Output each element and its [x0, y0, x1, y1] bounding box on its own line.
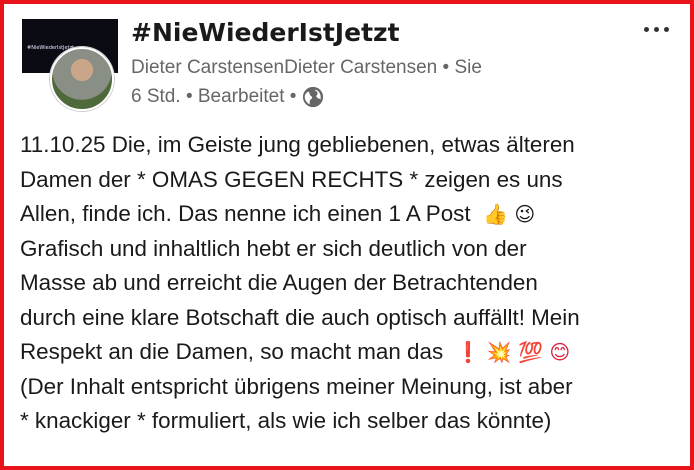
- body-line: * knackiger * formuliert, als wie ich se…: [20, 408, 552, 433]
- body-line: 11.10.25 Die, im Geiste jung gebliebenen…: [20, 132, 575, 157]
- body-line-text: Allen, finde ich. Das nenne ich einen 1 …: [20, 201, 471, 226]
- author-avatar[interactable]: [50, 47, 114, 111]
- body-line: Grafisch und inhaltlich hebt er sich deu…: [20, 235, 527, 261]
- body-line: durch eine klare Botschaft die auch opti…: [20, 304, 580, 330]
- body-line: Damen der * OMAS GEGEN RECHTS * zeigen e…: [20, 166, 563, 192]
- edited-label: • Bearbeitet •: [185, 86, 297, 107]
- author-line[interactable]: Dieter CarstensenDieter Carstensen • Sie: [131, 57, 482, 79]
- body-line-text: Respekt an die Damen, so macht man das: [20, 339, 444, 364]
- group-name[interactable]: #NieWiederIstJetzt: [131, 18, 400, 47]
- globe-icon: [303, 86, 324, 108]
- thumbs-up-wink-emoji-icon: 👍 😉: [483, 202, 536, 226]
- more-dots-icon: [643, 26, 669, 32]
- body-line: (Der Inhalt entspricht übrigens meiner M…: [20, 373, 573, 399]
- body-line: Masse ab und erreicht die Augen der Betr…: [20, 270, 538, 295]
- exclamation-boom-100-smile-emoji-icon: ❗ 💥 💯 😊: [455, 340, 571, 364]
- post-body: 11.10.25 Die, im Geiste jung gebliebenen…: [20, 128, 685, 439]
- post-time[interactable]: 6 Std.: [131, 86, 181, 108]
- body-line-7: Respekt an die Damen, so macht man das ❗…: [20, 335, 685, 370]
- body-line-3: Allen, finde ich. Das nenne ich einen 1 …: [20, 197, 685, 232]
- more-options-button[interactable]: [636, 14, 676, 44]
- post-meta: 6 Std. • Bearbeitet •: [131, 86, 324, 108]
